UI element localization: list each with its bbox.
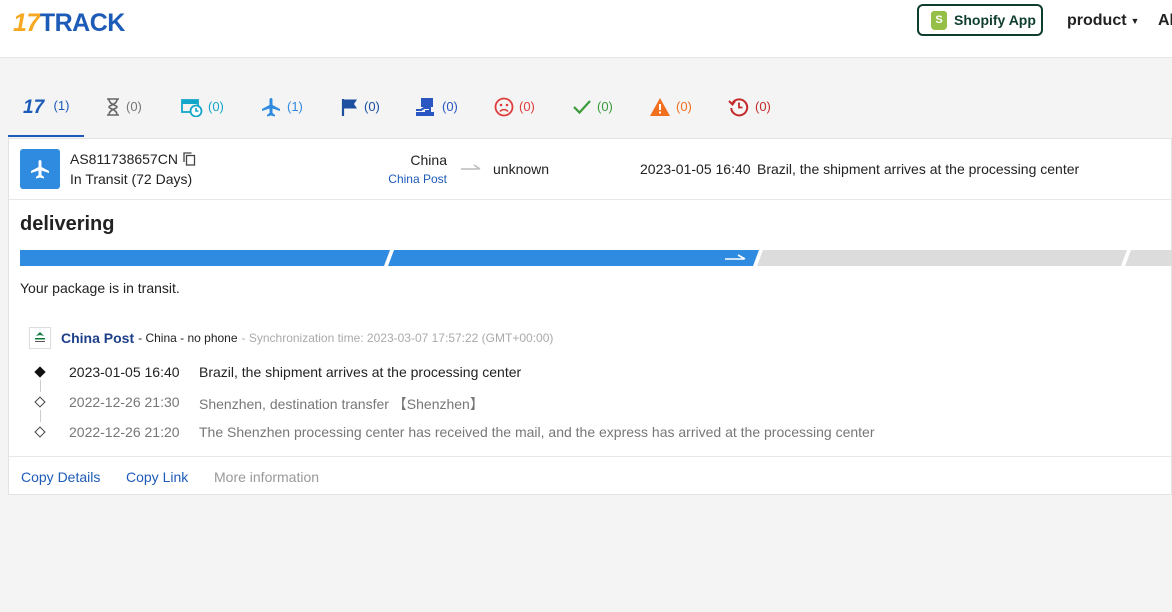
carrier-info-row: China Post - China - no phone - Synchron… bbox=[29, 327, 553, 349]
event-description: Brazil, the shipment arrives at the proc… bbox=[199, 364, 522, 380]
logo-number: 17 bbox=[13, 9, 40, 37]
svg-text:17: 17 bbox=[23, 97, 46, 116]
timeline-event: 2022-12-26 21:30 Shenzhen, destination t… bbox=[9, 394, 1172, 414]
tab-all[interactable]: 17 (1) bbox=[8, 76, 84, 137]
timeline-event: 2022-12-26 21:20 The Shenzhen processing… bbox=[9, 424, 1172, 444]
event-description: The Shenzhen processing center has recei… bbox=[199, 424, 875, 440]
timeline-event: 2023-01-05 16:40 Brazil, the shipment ar… bbox=[9, 364, 1172, 384]
status-tabs: 17 (1) (0) (0) (1) (0) (0) (0) (0) (0) (… bbox=[8, 76, 1172, 139]
status-badge bbox=[20, 149, 60, 189]
copy-link-link[interactable]: Copy Link bbox=[126, 469, 188, 485]
17track-logo[interactable]: 17TRACK bbox=[13, 9, 125, 38]
shipment-card: AS811738657CN In Transit (72 Days) China… bbox=[8, 138, 1172, 495]
origin-country: China bbox=[410, 152, 447, 168]
carrier-name[interactable]: China Post bbox=[61, 330, 134, 346]
tab-delivered[interactable]: (0) bbox=[572, 76, 613, 137]
transit-status: In Transit (72 Days) bbox=[70, 171, 193, 187]
airplane-icon bbox=[31, 160, 49, 179]
card-actions: Copy Details Copy Link More information bbox=[9, 456, 1171, 497]
tab-alert[interactable]: (0) bbox=[494, 76, 535, 137]
caret-down-icon: ▼ bbox=[1130, 15, 1140, 26]
tab-count: (0) bbox=[755, 99, 771, 114]
hourglass-icon bbox=[107, 97, 119, 116]
nav-product-menu[interactable]: product ▼ bbox=[1067, 12, 1139, 30]
top-bar: 17TRACK S Shopify App product ▼ Al bbox=[0, 0, 1172, 58]
tab-count: (0) bbox=[676, 99, 692, 114]
17track-all-icon: 17 bbox=[23, 97, 46, 116]
progress-stage-label: delivering bbox=[20, 213, 115, 235]
progress-segment-1 bbox=[20, 250, 390, 266]
tab-pickup[interactable]: (0) bbox=[341, 76, 380, 137]
shopify-bag-icon: S bbox=[931, 10, 947, 30]
diamond-outline-icon bbox=[34, 396, 46, 408]
more-information-link[interactable]: More information bbox=[214, 469, 319, 485]
airplane-icon bbox=[262, 97, 280, 116]
logo-word: TRACK bbox=[39, 9, 126, 37]
route-arrow-icon bbox=[461, 164, 481, 170]
tab-count: (0) bbox=[442, 99, 458, 114]
sync-time: - Synchronization time: 2023-03-07 17:57… bbox=[241, 331, 554, 345]
tab-count: (1) bbox=[53, 98, 70, 113]
flag-icon bbox=[341, 98, 357, 116]
latest-event-description: Brazil, the shipment arrives at the proc… bbox=[757, 161, 1080, 177]
tab-not-found[interactable]: (0) bbox=[105, 76, 142, 137]
diamond-filled-icon bbox=[34, 366, 46, 378]
tab-expired[interactable]: (0) bbox=[728, 76, 771, 137]
truck-clock-icon bbox=[181, 98, 203, 117]
progress-bar bbox=[20, 250, 1172, 266]
carrier-meta: - China - no phone bbox=[138, 331, 238, 345]
pickup-box-icon bbox=[416, 97, 434, 116]
tab-count: (1) bbox=[287, 99, 303, 114]
transit-note: Your package is in transit. bbox=[20, 280, 180, 296]
checkmark-icon bbox=[573, 99, 591, 114]
tab-undelivered[interactable]: (0) bbox=[415, 76, 458, 137]
china-post-logo bbox=[29, 327, 51, 349]
tracking-number: AS811738657CN bbox=[70, 151, 178, 167]
event-time: 2022-12-26 21:30 bbox=[69, 394, 180, 410]
sad-face-icon bbox=[494, 97, 514, 116]
progress-segment-4 bbox=[1125, 250, 1172, 266]
tab-count: (0) bbox=[597, 99, 613, 114]
latest-event-time: 2023-01-05 16:40 bbox=[640, 161, 751, 177]
tab-count: (0) bbox=[126, 99, 142, 114]
tab-count: (0) bbox=[208, 99, 224, 114]
nav-product-label: product bbox=[1067, 12, 1127, 29]
warning-icon bbox=[650, 97, 670, 116]
tab-info-received[interactable]: (0) bbox=[181, 76, 224, 137]
progress-segment-3 bbox=[757, 250, 1127, 266]
tab-exception[interactable]: (0) bbox=[649, 76, 692, 137]
event-time: 2022-12-26 21:20 bbox=[69, 424, 180, 440]
progress-segment-2 bbox=[388, 250, 759, 266]
event-description: Shenzhen, destination transfer 【Shenzhen… bbox=[199, 396, 484, 412]
tab-count: (0) bbox=[519, 99, 535, 114]
shopify-app-label: Shopify App bbox=[954, 12, 1036, 28]
nav-more-menu[interactable]: Al bbox=[1158, 12, 1172, 30]
copy-details-link[interactable]: Copy Details bbox=[21, 469, 100, 485]
copy-icon[interactable] bbox=[183, 152, 196, 166]
tab-in-transit[interactable]: (1) bbox=[260, 76, 303, 137]
shopify-app-button[interactable]: S Shopify App bbox=[917, 4, 1043, 36]
carrier-link[interactable]: China Post bbox=[379, 172, 447, 186]
shipment-summary-row[interactable]: AS811738657CN In Transit (72 Days) China… bbox=[9, 139, 1171, 200]
history-clock-icon bbox=[728, 97, 749, 116]
event-time: 2023-01-05 16:40 bbox=[69, 364, 180, 380]
diamond-outline-icon bbox=[34, 426, 46, 438]
destination-country: unknown bbox=[493, 161, 550, 177]
tab-count: (0) bbox=[364, 99, 380, 114]
